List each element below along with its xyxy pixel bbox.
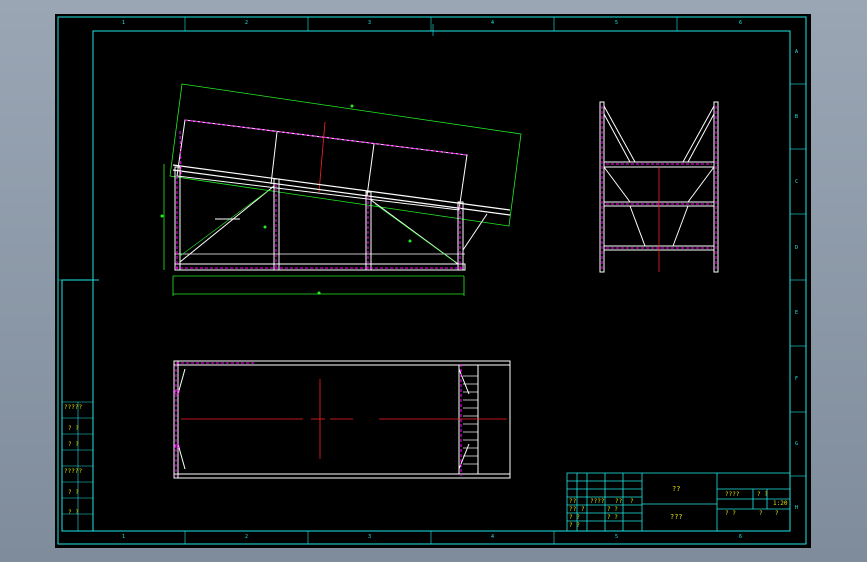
hidden-lines-plan	[175, 362, 462, 476]
left-strip-text: ?????	[64, 404, 83, 411]
plan-view	[173, 360, 511, 479]
zone-ticks	[58, 17, 806, 544]
end-view	[599, 101, 719, 273]
left-strip-text: ? ?	[68, 489, 79, 496]
title-cell: ??	[569, 506, 577, 513]
title-cell: ? ?	[725, 510, 736, 517]
title-cell: ?	[630, 498, 634, 505]
title-cell: ?	[775, 510, 779, 517]
zone-row-label: A	[795, 49, 799, 55]
title-cell: ??	[569, 498, 577, 505]
zone-col-label: 3	[368, 20, 372, 26]
side-view	[160, 83, 522, 296]
title-cell: ??	[615, 498, 623, 505]
inner-frame	[92, 30, 791, 532]
zone-col-label: 6	[739, 20, 743, 26]
zone-row-label: D	[795, 245, 799, 251]
title-cell: ????	[590, 498, 605, 505]
left-strip-text: ? ?	[68, 509, 79, 516]
left-strip-text: ? ?	[68, 441, 79, 448]
zone-col-label: 4	[491, 20, 495, 26]
zone-row-label: G	[795, 441, 799, 447]
left-strip-text: ?????	[64, 468, 83, 475]
zone-row-label: H	[795, 505, 799, 511]
title-cell: ? ?	[757, 491, 768, 498]
zone-row-label: F	[795, 376, 799, 382]
zone-row-label: E	[795, 310, 799, 316]
zone-col-label: 5	[615, 534, 619, 540]
material-label: ???	[670, 513, 683, 521]
title-cell: ? ?	[607, 506, 618, 513]
zone-col-label: 2	[245, 534, 249, 540]
zone-col-label: 1	[122, 534, 126, 540]
zone-row-label: C	[795, 179, 799, 185]
zone-row-label: B	[795, 114, 799, 120]
title-cell: ? ?	[569, 522, 580, 529]
screen-slats	[463, 375, 478, 465]
centerline-side-view	[318, 121, 326, 193]
drawing-sheet: 1 2 3 4 5 6 1 2 3 4 5 6 A B C D E F G H …	[55, 14, 811, 548]
hidden-lines-side	[175, 119, 468, 270]
drawing-name: ??	[672, 485, 681, 493]
screen-panel-outline	[176, 119, 468, 211]
zone-col-label: 3	[368, 534, 372, 540]
zone-col-label: 6	[739, 534, 743, 540]
zone-col-label: 2	[245, 20, 249, 26]
title-cell: ? ?	[569, 514, 580, 521]
zone-col-label: 4	[491, 534, 495, 540]
title-cell: ?	[581, 506, 585, 513]
title-cell: ?	[759, 510, 763, 517]
outer-frame	[57, 16, 807, 545]
title-cell: ????	[725, 491, 740, 498]
zone-col-label: 1	[122, 20, 126, 26]
zone-col-label: 5	[615, 20, 619, 26]
cad-drawing	[57, 16, 807, 545]
scale-label: 1:20	[773, 500, 788, 507]
left-strip-text: ? ?	[68, 425, 79, 432]
title-cell: ? ?	[607, 514, 618, 521]
